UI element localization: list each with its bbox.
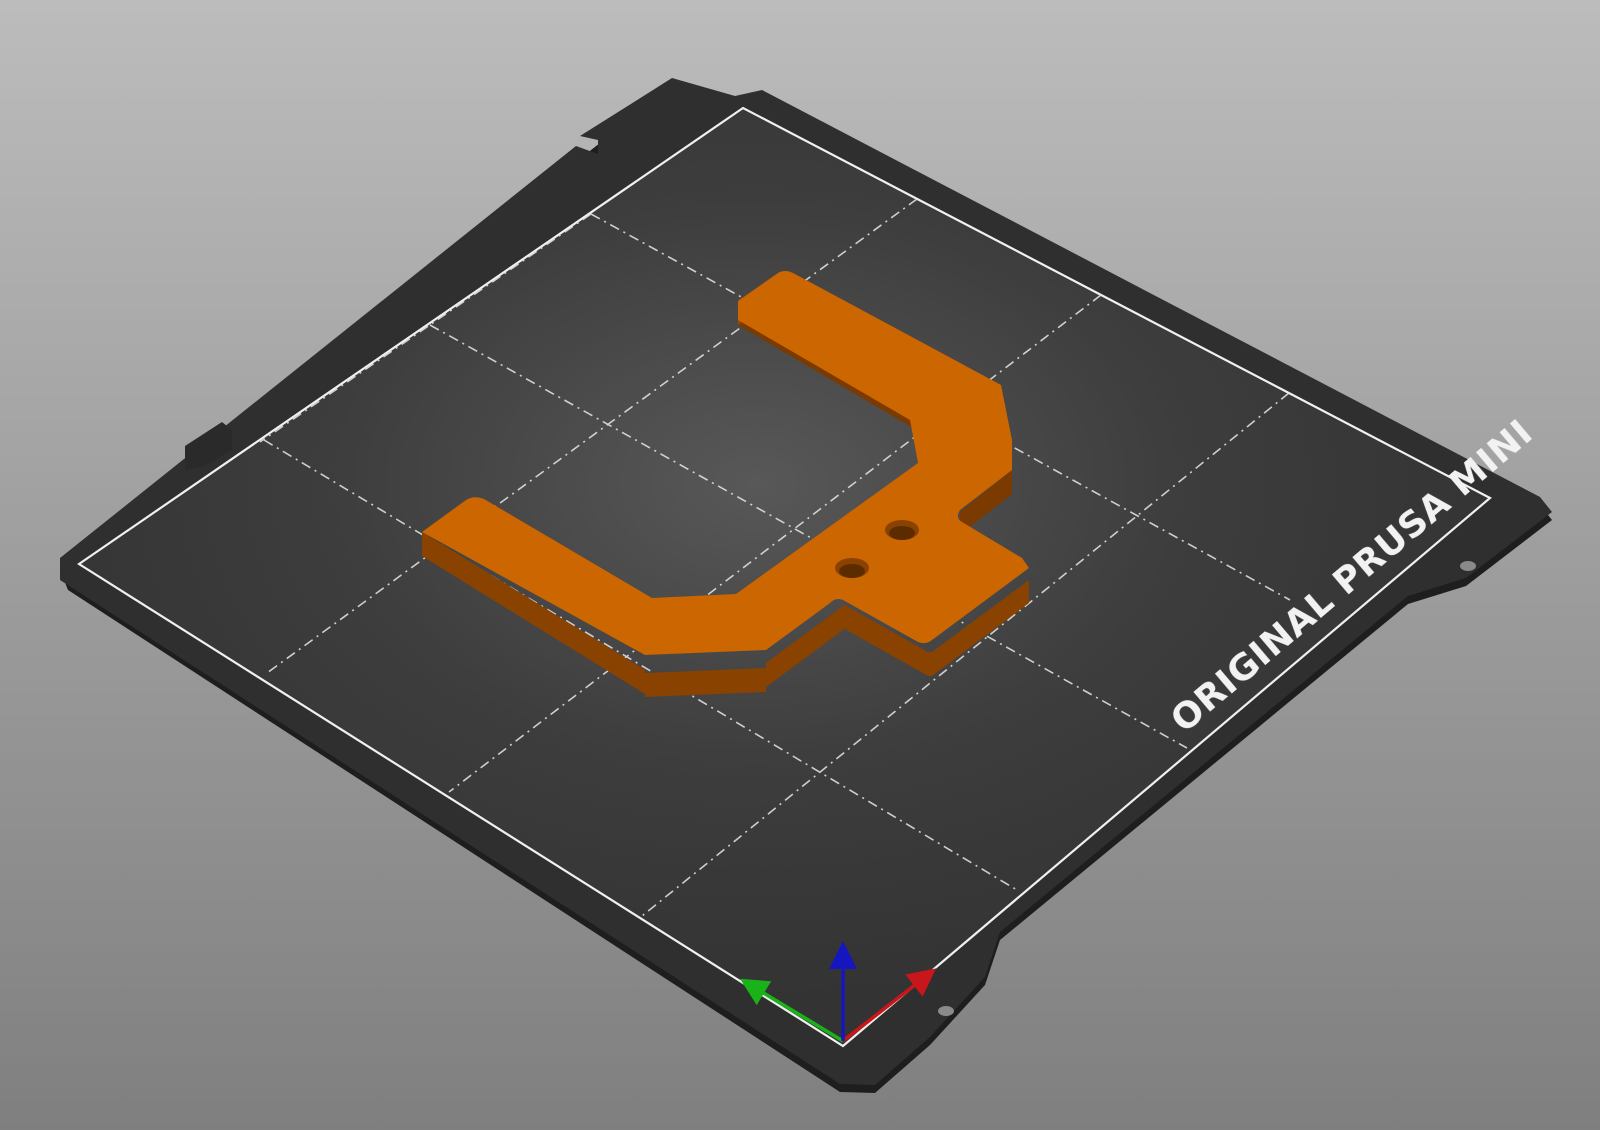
bed-mount-hole bbox=[1460, 561, 1476, 571]
model-hole bbox=[839, 564, 865, 578]
scene-canvas[interactable]: ORIGINAL PRUSA MINI bbox=[0, 0, 1600, 1130]
bed-mount-hole bbox=[938, 1006, 954, 1016]
model-hole bbox=[889, 526, 915, 540]
3d-viewport[interactable]: ORIGINAL PRUSA MINI bbox=[0, 0, 1600, 1130]
